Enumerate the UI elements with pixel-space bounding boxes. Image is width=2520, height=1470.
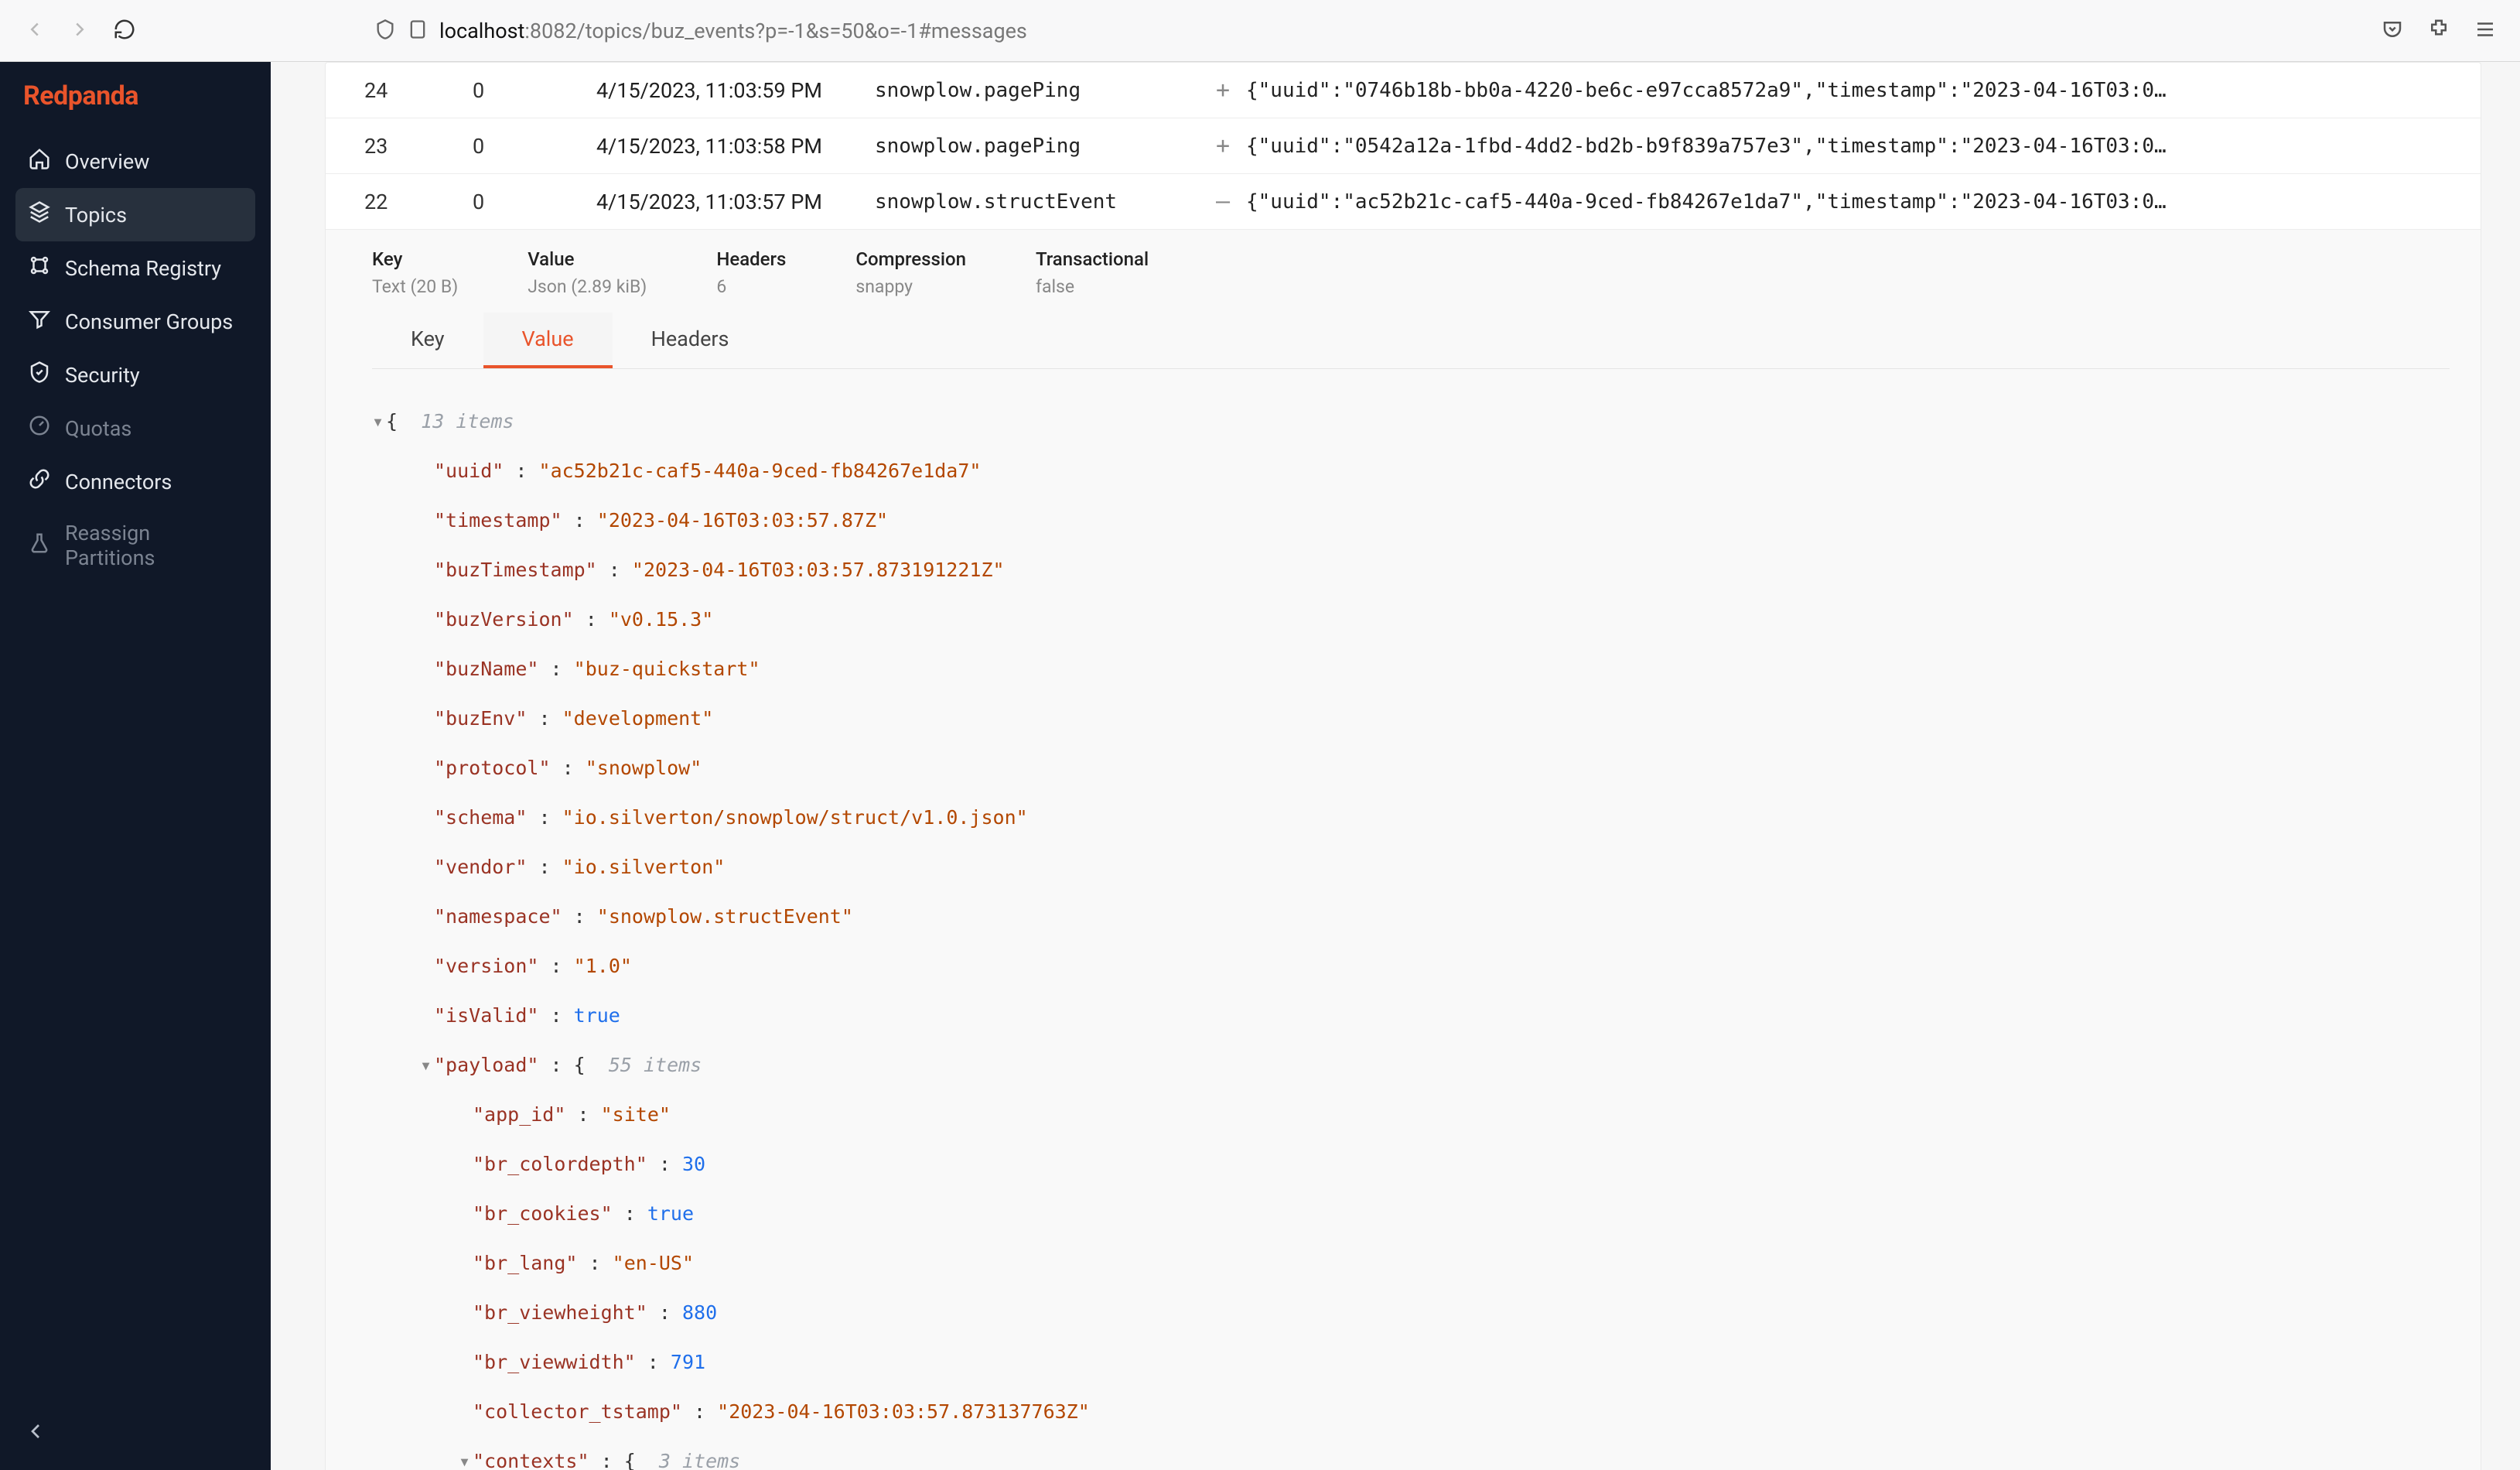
link-icon [28,467,51,496]
collapse-sidebar-button[interactable] [23,1419,48,1447]
sidebar: Redpanda Overview Topics Schema Registry… [0,62,271,1470]
nav-arrow-group [23,18,136,44]
message-detail-panel: Key Text (20 B) Value Json (2.89 kiB) He… [326,230,2481,1470]
filter-icon [28,307,51,336]
shield-icon[interactable] [374,19,396,43]
reload-icon[interactable] [113,18,136,44]
meta-compression: Compression snappy [855,248,966,297]
address-bar[interactable]: localhost:8082/topics/buz_events?p=-1&s=… [359,10,2337,52]
tab-headers[interactable]: Headers [613,313,768,368]
extensions-icon[interactable] [2427,18,2450,44]
browser-toolbar: localhost:8082/topics/buz_events?p=-1&s=… [0,0,2520,62]
sidebar-item-reassign-partitions[interactable]: Reassign Partitions [15,508,255,583]
cell-key: snowplow.structEvent [875,190,1200,214]
cell-timestamp: 4/15/2023, 11:03:57 PM [596,190,875,214]
cell-offset: 22 [364,190,473,214]
back-icon[interactable] [23,18,46,44]
sidebar-item-overview[interactable]: Overview [15,135,255,188]
cell-value-preview: {"uuid":"0746b18b-bb0a-4220-be6c-e97cca8… [1246,79,2450,102]
sidebar-item-label: Quotas [65,416,131,441]
cell-value-preview: {"uuid":"0542a12a-1fbd-4dd2-bd2b-b9f839a… [1246,135,2450,158]
sidebar-item-consumer-groups[interactable]: Consumer Groups [15,295,255,348]
json-viewer[interactable]: ▾{ 13 items "uuid" : "ac52b21c-caf5-440a… [372,369,2450,1470]
tab-value[interactable]: Value [483,313,613,368]
home-icon [28,147,51,176]
table-row[interactable]: 22 0 4/15/2023, 11:03:57 PM snowplow.str… [326,174,2481,230]
layers-icon [28,200,51,229]
sidebar-item-security[interactable]: Security [15,348,255,402]
sidebar-item-label: Connectors [65,470,172,494]
cell-key: snowplow.pagePing [875,79,1200,102]
meta-headers: Headers 6 [716,248,786,297]
brand-logo: Redpanda [0,80,271,135]
sidebar-item-connectors[interactable]: Connectors [15,455,255,508]
cell-timestamp: 4/15/2023, 11:03:58 PM [596,134,875,159]
sidebar-item-label: Overview [65,149,149,174]
cell-offset: 23 [364,134,473,159]
cell-partition: 0 [473,190,596,214]
url-text: localhost:8082/topics/buz_events?p=-1&s=… [439,19,1027,43]
cell-timestamp: 4/15/2023, 11:03:59 PM [596,78,875,103]
sidebar-item-label: Schema Registry [65,256,221,281]
cell-key: snowplow.pagePing [875,135,1200,158]
sidebar-item-quotas[interactable]: Quotas [15,402,255,455]
menu-icon[interactable] [2474,18,2497,44]
table-row[interactable]: 23 0 4/15/2023, 11:03:58 PM snowplow.pag… [326,118,2481,174]
expand-toggle-icon[interactable]: + [1200,132,1246,159]
cell-partition: 0 [473,78,596,103]
cell-offset: 24 [364,78,473,103]
browser-right-icons [2381,18,2497,44]
gauge-icon [28,414,51,443]
main-content: 24 0 4/15/2023, 11:03:59 PM snowplow.pag… [271,62,2520,1470]
table-row[interactable]: 24 0 4/15/2023, 11:03:59 PM snowplow.pag… [326,63,2481,118]
sidebar-item-label: Reassign Partitions [65,521,243,570]
expand-toggle-icon[interactable]: + [1200,77,1246,104]
sidebar-item-label: Topics [65,203,127,227]
sidebar-item-topics[interactable]: Topics [15,188,255,241]
flask-icon [28,532,51,560]
sidebar-item-label: Security [65,363,140,388]
tab-key[interactable]: Key [372,313,483,368]
sidebar-item-schema-registry[interactable]: Schema Registry [15,241,255,295]
forward-icon[interactable] [68,18,91,44]
meta-key: Key Text (20 B) [372,248,458,297]
grid-icon [28,254,51,282]
cell-partition: 0 [473,134,596,159]
meta-value: Value Json (2.89 kiB) [528,248,647,297]
detail-tabs: Key Value Headers [372,313,2450,369]
messages-card: 24 0 4/15/2023, 11:03:59 PM snowplow.pag… [325,62,2481,1470]
cell-value-preview: {"uuid":"ac52b21c-caf5-440a-9ced-fb84267… [1246,190,2450,214]
shield-check-icon [28,361,51,389]
sidebar-item-label: Consumer Groups [65,309,233,334]
pocket-icon[interactable] [2381,18,2404,44]
page-icon [407,19,429,43]
meta-transactional: Transactional false [1036,248,1149,297]
collapse-toggle-icon[interactable]: – [1200,188,1246,215]
